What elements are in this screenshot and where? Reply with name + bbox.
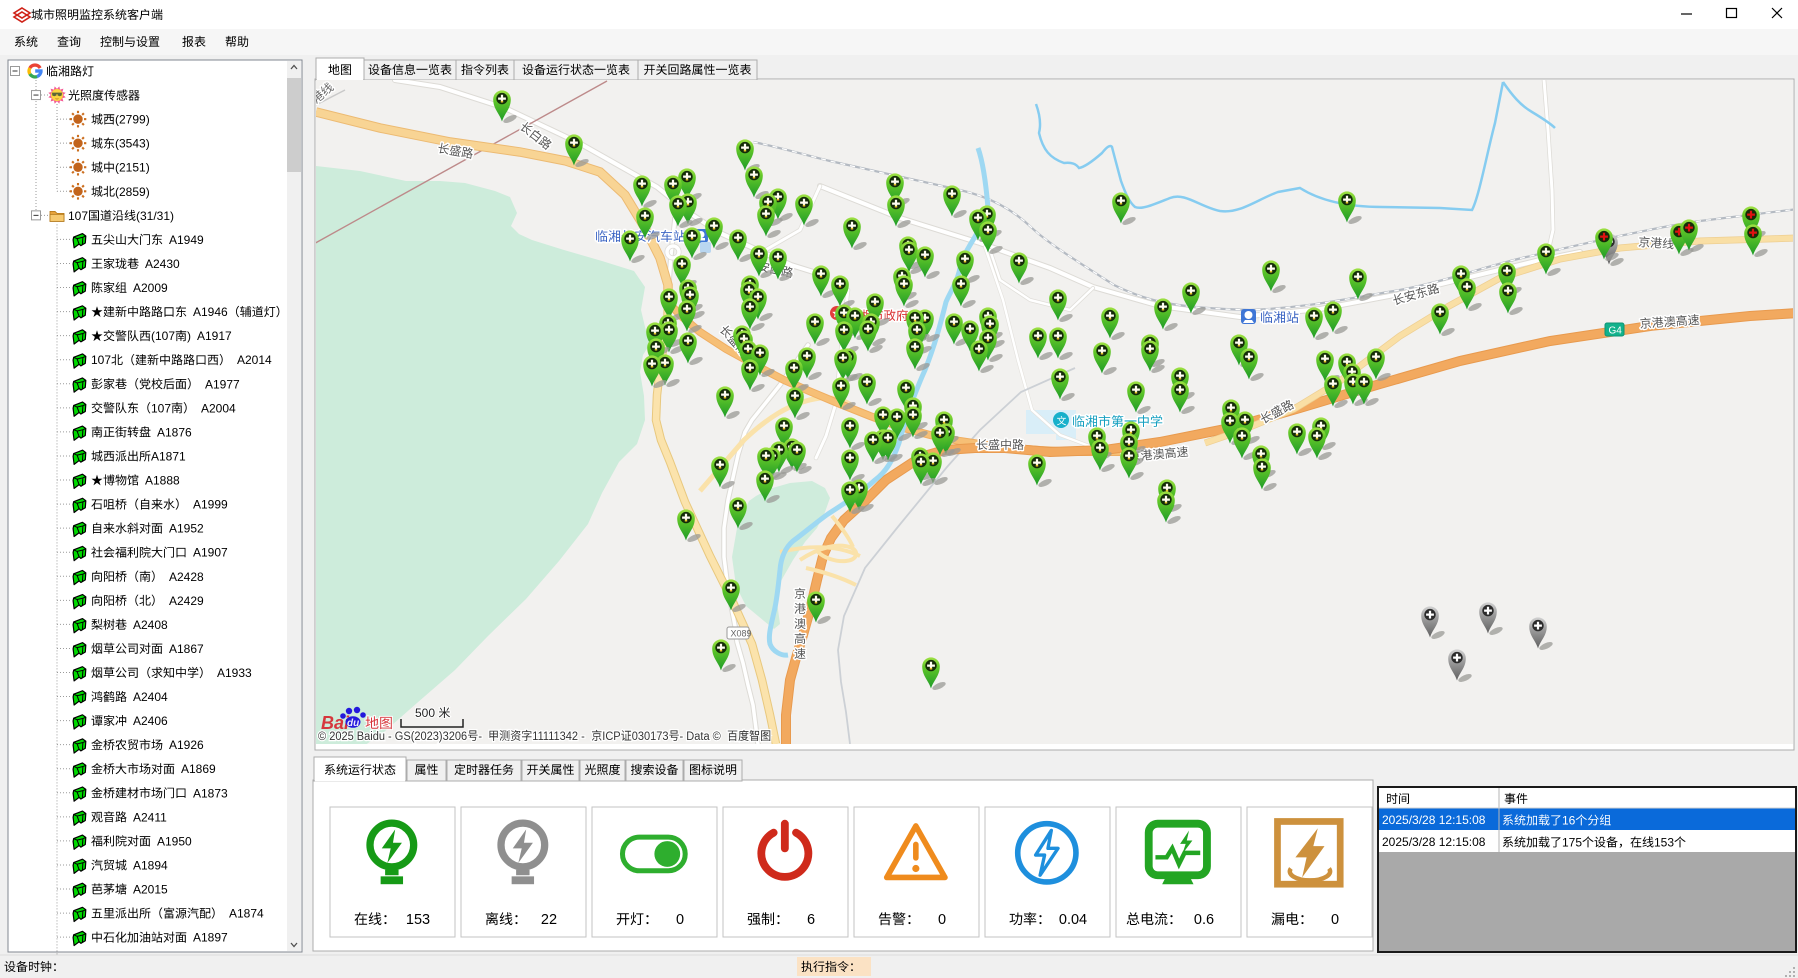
svg-text:A1907: A1907: [193, 546, 228, 560]
svg-text:A2404: A2404: [133, 690, 168, 704]
svg-text:A2406: A2406: [133, 714, 168, 728]
svg-text:© 2025 Baidu - GS(2023)3206: © 2025 Baidu - GS(2023)3206: [318, 731, 467, 743]
svg-text:2025/3/28 12:15:08: 2025/3/28 12:15:08: [1382, 813, 1486, 827]
svg-text:6: 6: [807, 912, 815, 928]
svg-text:(31/31): (31/31): [136, 209, 174, 223]
svg-text:0: 0: [676, 912, 684, 928]
svg-text:- Data ©: - Data ©: [680, 731, 722, 743]
svg-text:16: 16: [1562, 814, 1576, 828]
svg-text:A1917: A1917: [197, 329, 232, 343]
svg-text:0.04: 0.04: [1059, 912, 1087, 928]
svg-text:0: 0: [1331, 912, 1339, 928]
svg-text:A2015: A2015: [133, 883, 168, 897]
svg-text:A1999: A1999: [193, 498, 228, 512]
svg-text:11111342 -: 11111342 -: [532, 731, 585, 743]
svg-text:A1952: A1952: [169, 522, 204, 536]
svg-text:A1871: A1871: [151, 450, 186, 464]
svg-text:500: 500: [415, 706, 435, 720]
svg-text:A1949: A1949: [169, 233, 204, 247]
svg-text:(2799): (2799): [115, 113, 150, 127]
svg-text:107: 107: [151, 401, 171, 415]
svg-text:107: 107: [91, 353, 111, 367]
svg-text:153: 153: [1654, 836, 1674, 850]
svg-text:ICP: ICP: [602, 731, 621, 743]
svg-text:A1888: A1888: [145, 474, 180, 488]
svg-text:(107: (107: [151, 329, 175, 343]
svg-text:A2429: A2429: [169, 594, 204, 608]
svg-text:A1946: A1946: [193, 305, 228, 319]
svg-text:0.6: 0.6: [1194, 912, 1214, 928]
svg-text:X089: X089: [731, 629, 752, 639]
svg-text:22: 22: [541, 912, 557, 928]
svg-text:153: 153: [406, 912, 430, 928]
svg-text:A1874: A1874: [229, 907, 264, 921]
svg-text:A1894: A1894: [133, 859, 168, 873]
svg-text:-: -: [478, 731, 482, 743]
svg-text:A1926: A1926: [169, 738, 204, 752]
svg-text:A2004: A2004: [201, 401, 236, 415]
svg-text:(2151): (2151): [115, 161, 150, 175]
svg-text:030173: 030173: [632, 731, 669, 743]
svg-text:A2408: A2408: [133, 618, 168, 632]
svg-text:0: 0: [938, 912, 946, 928]
svg-text:A1933: A1933: [217, 666, 252, 680]
svg-text:2025/3/28 12:15:08: 2025/3/28 12:15:08: [1382, 835, 1486, 849]
svg-text:G4: G4: [1609, 326, 1623, 337]
svg-text:A1869: A1869: [181, 762, 216, 776]
svg-text:A1950: A1950: [157, 834, 192, 848]
svg-text:175: 175: [1562, 836, 1582, 850]
svg-text:A1867: A1867: [169, 642, 204, 656]
svg-text:A1897: A1897: [193, 931, 228, 945]
svg-text:du: du: [347, 718, 359, 729]
svg-text:A1873: A1873: [193, 786, 228, 800]
svg-text:A2014: A2014: [237, 353, 272, 367]
svg-text:(2859): (2859): [115, 185, 150, 199]
svg-text:A1876: A1876: [157, 425, 192, 439]
svg-text:A1977: A1977: [205, 377, 240, 391]
svg-text:A2009: A2009: [133, 281, 168, 295]
svg-text:A2428: A2428: [169, 570, 204, 584]
svg-text:107: 107: [68, 209, 88, 223]
svg-text:A2411: A2411: [133, 810, 167, 824]
svg-text:A2430: A2430: [145, 257, 180, 271]
svg-text:): ): [187, 329, 191, 343]
svg-text:(3543): (3543): [115, 137, 150, 151]
